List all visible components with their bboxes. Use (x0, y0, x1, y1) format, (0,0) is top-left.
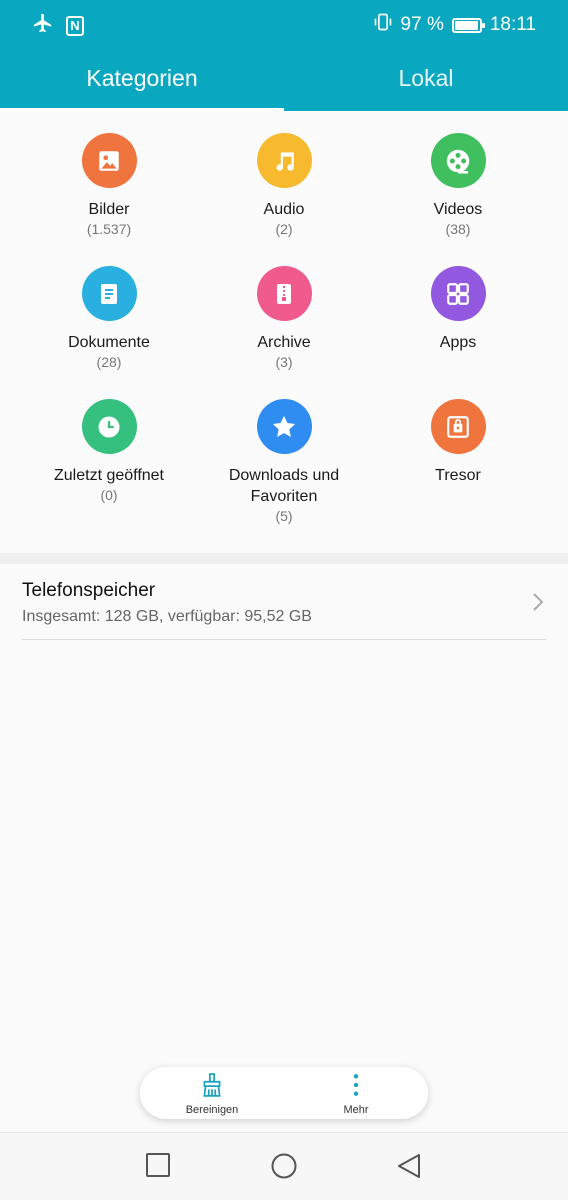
status-bar: N 97 % 18:11 (0, 0, 568, 50)
home-circle-icon[interactable] (271, 1153, 297, 1184)
category-label: Apps (439, 334, 477, 351)
category-tresor[interactable]: Tresor (368, 399, 548, 487)
clock-icon (98, 416, 120, 437)
category-zuletzt-geoeffnet[interactable]: Zuletzt geöffnet (0) (19, 399, 199, 503)
vibrate-icon (373, 12, 393, 38)
safe-icon (447, 415, 469, 438)
back-triangle-icon[interactable] (397, 1153, 421, 1184)
category-apps[interactable]: Apps (368, 266, 548, 354)
star-icon (272, 415, 296, 437)
category-icon-circle (81, 266, 137, 321)
storage-title: Telefonspeicher (22, 580, 156, 601)
category-dokumente[interactable]: Dokumente (28) (19, 266, 199, 370)
category-icon-circle (81, 399, 137, 454)
storage-phone-row[interactable]: Telefonspeicher Insgesamt: 128 GB, verfü… (0, 564, 568, 640)
category-label: Bilder (88, 201, 130, 218)
category-icon-circle (430, 399, 486, 454)
category-label: Tresor (435, 467, 481, 484)
battery-percent: 97 % (400, 14, 444, 35)
category-icon-circle (430, 133, 486, 188)
category-videos[interactable]: Videos (38) (368, 133, 548, 237)
document-icon (101, 283, 117, 304)
music-note-icon (276, 151, 294, 171)
battery-icon (451, 17, 485, 33)
navigation-bar (0, 1132, 568, 1200)
apps-grid-icon (447, 282, 469, 305)
airplane-mode-icon (32, 12, 54, 39)
clean-label: Bereinigen (185, 1104, 239, 1116)
category-icon-circle (430, 266, 486, 321)
category-count: (1.537) (86, 221, 132, 237)
category-count: (2) (275, 221, 293, 237)
chevron-right-icon (532, 592, 544, 617)
category-count: (28) (96, 354, 122, 370)
category-label: Archive (257, 334, 311, 351)
broom-icon (203, 1073, 221, 1097)
more-label: Mehr (343, 1104, 369, 1116)
recent-apps-square-icon[interactable] (146, 1153, 170, 1182)
storage-divider (22, 639, 546, 640)
category-count: (0) (100, 487, 118, 503)
category-grid: Bilder (1.537) Audio (2) Videos (38) Dok… (0, 111, 568, 553)
battery-level (454, 20, 479, 30)
category-label: Downloads und Favoriten (228, 467, 340, 505)
category-downloads-favoriten[interactable]: Downloads und Favoriten (5) (194, 399, 374, 524)
category-count: (38) (445, 221, 471, 237)
category-label: Dokumente (68, 334, 150, 351)
more-vertical-icon (353, 1074, 359, 1096)
category-bilder[interactable]: Bilder (1.537) (19, 133, 199, 237)
category-icon-circle (256, 266, 312, 321)
category-icon-circle (256, 399, 312, 454)
tab-lokal[interactable]: Lokal (284, 50, 568, 111)
category-count: (3) (275, 354, 293, 370)
film-reel-icon (446, 149, 470, 173)
tab-bar: Kategorien Lokal (0, 50, 568, 111)
more-button[interactable]: Mehr (284, 1067, 428, 1119)
clock-time: 18:11 (489, 14, 536, 35)
clean-button[interactable]: Bereinigen (140, 1067, 284, 1119)
tab-kategorien[interactable]: Kategorien (0, 50, 284, 111)
category-label: Videos (433, 201, 483, 218)
section-divider (0, 553, 568, 564)
archive-zip-icon (277, 283, 291, 304)
category-count: (5) (275, 508, 293, 524)
image-icon (99, 150, 119, 171)
category-icon-circle (256, 133, 312, 188)
category-archive[interactable]: Archive (3) (194, 266, 374, 370)
nfc-icon: N (66, 15, 84, 36)
bottom-action-bar: Bereinigen Mehr (140, 1067, 428, 1119)
category-label: Audio (263, 201, 305, 218)
category-audio[interactable]: Audio (2) (194, 133, 374, 237)
category-label: Zuletzt geöffnet (54, 467, 164, 484)
storage-subtitle: Insgesamt: 128 GB, verfügbar: 95,52 GB (22, 608, 312, 625)
category-icon-circle (81, 133, 137, 188)
